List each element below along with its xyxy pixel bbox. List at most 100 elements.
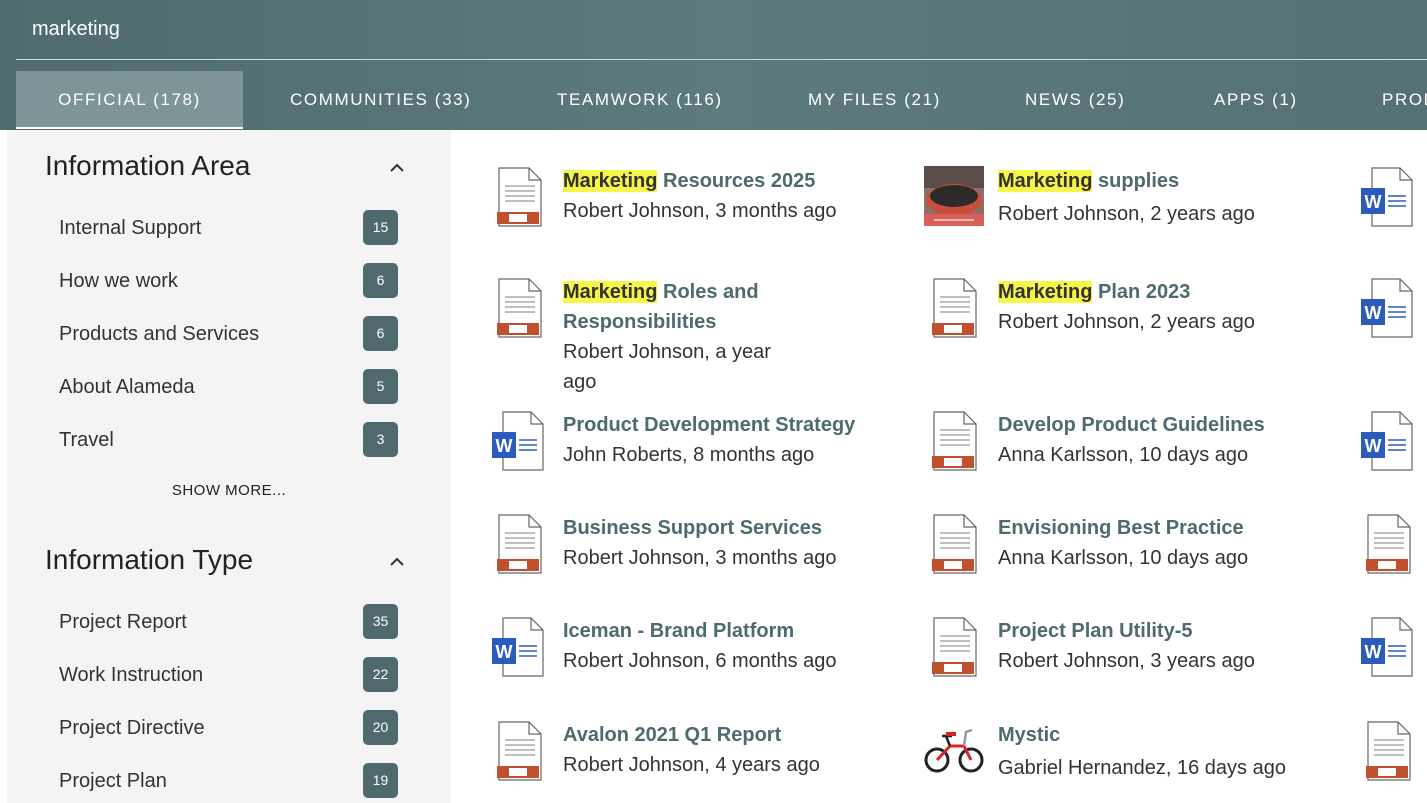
facet-item-label: Project Report bbox=[59, 611, 187, 633]
result-meta: Anna Karlsson, 10 days ago bbox=[998, 547, 1249, 569]
result-meta: Anna Karlsson, 10 days ago bbox=[998, 444, 1249, 466]
facet-item[interactable]: Products and Services 6 bbox=[59, 316, 399, 352]
result-meta: Robert Johnson, 4 years ago bbox=[563, 754, 820, 776]
result-meta: Robert Johnson, a year ago bbox=[563, 341, 771, 393]
word-document-icon: W bbox=[492, 411, 544, 471]
facet-item[interactable]: Project Report 35 bbox=[59, 604, 399, 640]
result-title[interactable]: Marketing Plan 2023 bbox=[998, 277, 1318, 307]
search-input[interactable] bbox=[30, 12, 1334, 46]
count-badge: 35 bbox=[363, 604, 398, 639]
facet-title-information-area: Information Area bbox=[45, 150, 251, 181]
svg-text:W: W bbox=[496, 436, 513, 456]
result-title[interactable]: Project Plan Utility-5 bbox=[998, 616, 1318, 646]
pdf-document-icon bbox=[932, 411, 977, 471]
result-title[interactable]: Marketing Roles and Responsibilities bbox=[563, 277, 803, 337]
result-title-text: Business Support Services bbox=[563, 517, 822, 539]
count-badge: 6 bbox=[363, 316, 398, 351]
pdf-document-icon bbox=[497, 514, 542, 574]
tab-apps[interactable]: APPS (1) bbox=[1214, 71, 1298, 127]
tab-products[interactable]: PROD bbox=[1382, 71, 1427, 127]
bike-thumbnail bbox=[924, 720, 984, 780]
result-title[interactable]: Business Support Services bbox=[563, 513, 883, 543]
result-title-text: Plan 2023 bbox=[1092, 281, 1191, 303]
facet-item-label: Project Plan bbox=[59, 770, 167, 792]
result-title-text: Resources 2025 bbox=[657, 170, 816, 192]
word-document-icon[interactable]: W bbox=[1358, 277, 1418, 341]
chevron-up-icon[interactable] bbox=[389, 554, 405, 570]
tab-my-files[interactable]: MY FILES (21) bbox=[808, 71, 941, 127]
facet-item-label: Travel bbox=[59, 429, 114, 451]
result-title[interactable]: Marketing Resources 2025 bbox=[563, 166, 883, 196]
pdf-document-icon bbox=[932, 278, 977, 338]
count-badge: 15 bbox=[363, 210, 398, 245]
facet-item-label: About Alameda bbox=[59, 376, 195, 398]
result-title-text: Iceman - Brand Platform bbox=[563, 620, 795, 642]
svg-text:W: W bbox=[496, 642, 513, 662]
count-badge: 5 bbox=[363, 369, 398, 404]
result-meta: John Roberts, 8 months ago bbox=[563, 444, 815, 466]
svg-text:W: W bbox=[1365, 303, 1382, 323]
result-title[interactable]: Mystic bbox=[998, 720, 1318, 750]
result-title[interactable]: Envisioning Best Practice bbox=[998, 513, 1318, 543]
result-tabs: OFFICIAL (178) COMMUNITIES (33) TEAMWORK… bbox=[16, 71, 1427, 129]
search-bar bbox=[16, 0, 1427, 60]
count-badge: 19 bbox=[363, 763, 398, 798]
result-title-text: Envisioning Best Practice bbox=[998, 517, 1244, 539]
tab-news[interactable]: NEWS (25) bbox=[1025, 71, 1125, 127]
facet-item[interactable]: About Alameda 5 bbox=[59, 369, 399, 405]
facet-item[interactable]: Project Plan 19 bbox=[59, 763, 399, 799]
tab-teamwork[interactable]: TEAMWORK (116) bbox=[557, 71, 723, 127]
result-title-text: Avalon 2021 Q1 Report bbox=[563, 724, 782, 746]
result-meta: Gabriel Hernandez, 16 days ago bbox=[998, 757, 1286, 779]
count-badge: 22 bbox=[363, 657, 398, 692]
result-meta: Robert Johnson, 2 years ago bbox=[998, 311, 1255, 333]
facet-item-label: Work Instruction bbox=[59, 664, 204, 686]
word-document-icon[interactable]: W bbox=[1358, 166, 1418, 230]
facet-item[interactable]: How we work 6 bbox=[59, 263, 399, 299]
result-title-text: Develop Product Guidelines bbox=[998, 414, 1265, 436]
result-title[interactable]: Avalon 2021 Q1 Report bbox=[563, 720, 883, 750]
result-meta: Robert Johnson, 3 months ago bbox=[563, 200, 837, 222]
search-highlight: Marketing bbox=[563, 170, 658, 192]
image-thumbnail bbox=[924, 166, 984, 226]
result-title[interactable]: Iceman - Brand Platform bbox=[563, 616, 883, 646]
tab-official[interactable]: OFFICIAL (178) bbox=[16, 71, 243, 129]
count-badge: 20 bbox=[363, 710, 398, 745]
show-more-link[interactable]: SHOW MORE... bbox=[7, 482, 451, 499]
search-highlight: Marketing bbox=[563, 281, 658, 303]
facet-item-label: How we work bbox=[59, 270, 178, 292]
filter-sidebar: Information Area Internal Support 15 How… bbox=[7, 130, 451, 803]
pdf-document-icon[interactable] bbox=[1358, 720, 1418, 784]
facet-item[interactable]: Project Directive 20 bbox=[59, 710, 399, 746]
facet-item-label: Products and Services bbox=[59, 323, 260, 345]
search-header: OFFICIAL (178) COMMUNITIES (33) TEAMWORK… bbox=[0, 0, 1427, 130]
result-title[interactable]: Product Development Strategy bbox=[563, 410, 893, 440]
facet-title-information-type: Information Type bbox=[45, 544, 254, 575]
word-document-icon: W bbox=[492, 617, 544, 677]
pdf-document-icon bbox=[497, 278, 542, 338]
result-title-text: supplies bbox=[1092, 170, 1180, 192]
count-badge: 6 bbox=[363, 263, 398, 298]
pdf-document-icon[interactable] bbox=[1358, 513, 1418, 577]
count-badge: 3 bbox=[363, 422, 398, 457]
facet-item[interactable]: Work Instruction 22 bbox=[59, 657, 399, 693]
svg-text:W: W bbox=[1365, 436, 1382, 456]
result-title[interactable]: Marketing supplies bbox=[998, 166, 1318, 196]
facet-item[interactable]: Travel 3 bbox=[59, 422, 399, 458]
result-title-text: Product Development Strategy bbox=[563, 414, 856, 436]
pdf-document-icon bbox=[932, 617, 977, 677]
result-meta: Robert Johnson, 3 months ago bbox=[563, 547, 837, 569]
word-document-icon[interactable]: W bbox=[1358, 410, 1418, 474]
search-highlight: Marketing bbox=[998, 170, 1093, 192]
result-title[interactable]: Develop Product Guidelines bbox=[998, 410, 1318, 440]
facet-item[interactable]: Internal Support 15 bbox=[59, 210, 399, 246]
chevron-up-icon[interactable] bbox=[389, 160, 405, 176]
result-meta: Robert Johnson, 3 years ago bbox=[998, 650, 1255, 672]
tab-communities[interactable]: COMMUNITIES (33) bbox=[290, 71, 471, 127]
facet-item-label: Project Directive bbox=[59, 717, 205, 739]
search-highlight: Marketing bbox=[998, 281, 1093, 303]
pdf-document-icon bbox=[497, 721, 542, 781]
word-document-icon[interactable]: W bbox=[1358, 616, 1418, 680]
facet-item-label: Internal Support bbox=[59, 217, 202, 239]
result-title-text: Mystic bbox=[998, 724, 1061, 746]
